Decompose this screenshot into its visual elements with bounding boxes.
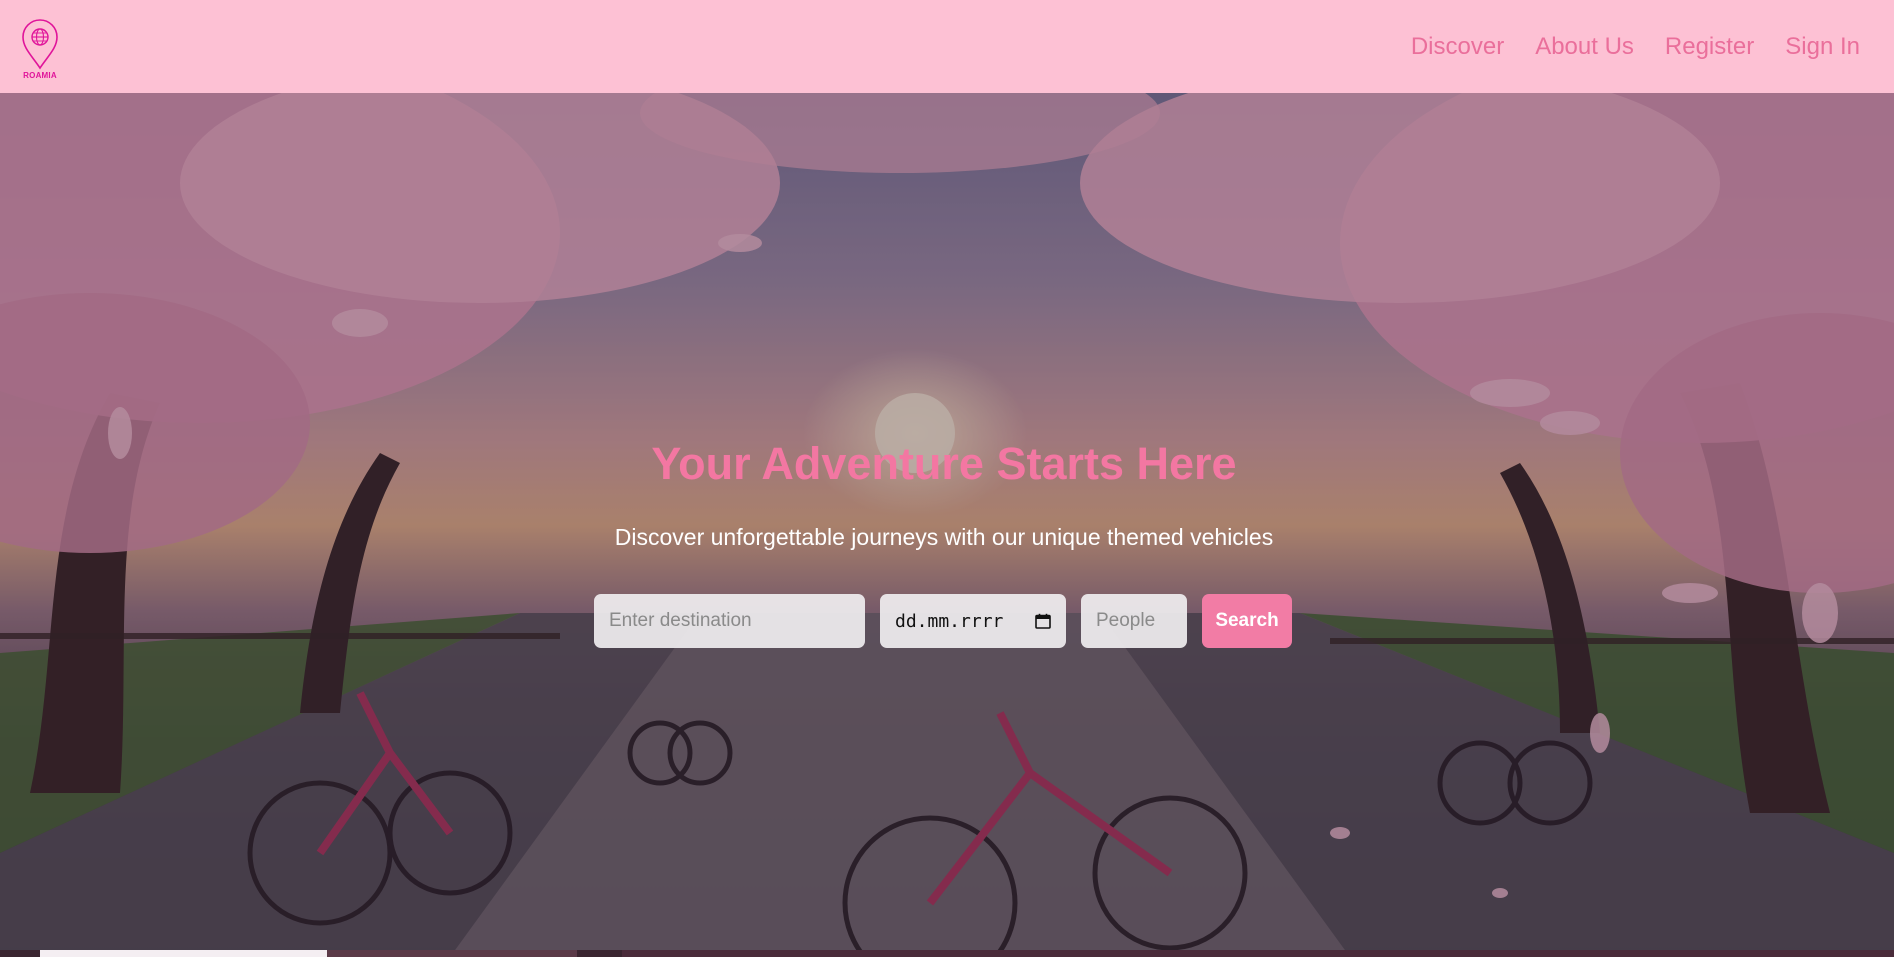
calendar-icon[interactable] (1035, 613, 1051, 629)
search-button[interactable]: Search (1202, 594, 1292, 648)
nav-link-about-us[interactable]: About Us (1535, 33, 1634, 61)
map-pin-globe-icon (22, 18, 58, 69)
nav-links: Discover About Us Register Sign In (1380, 33, 1860, 61)
nav-link-sign-in[interactable]: Sign In (1785, 33, 1860, 61)
date-input[interactable]: dd.mm.rrrr (880, 594, 1066, 648)
destination-input[interactable] (594, 594, 865, 648)
date-placeholder: dd.mm.rrrr (895, 610, 1004, 632)
nav-link-register[interactable]: Register (1665, 33, 1754, 61)
brand-logo[interactable]: ROAMIA (18, 18, 62, 80)
hero-section: Your Adventure Starts Here Discover unfo… (0, 93, 1894, 957)
top-navbar: ROAMIA Discover About Us Register Sign I… (0, 0, 1894, 93)
next-section-preview (0, 950, 1894, 957)
hero-title: Your Adventure Starts Here (651, 438, 1237, 489)
preview-card (40, 950, 327, 957)
people-input[interactable] (1081, 594, 1187, 648)
hero-subtitle: Discover unforgettable journeys with our… (614, 524, 1274, 550)
hero-content: Your Adventure Starts Here Discover unfo… (0, 93, 1894, 957)
preview-card (622, 950, 1894, 957)
trip-search-form: dd.mm.rrrr Search (594, 594, 1292, 648)
brand-name: ROAMIA (23, 70, 57, 80)
preview-card (327, 950, 577, 957)
nav-link-discover[interactable]: Discover (1411, 33, 1504, 61)
